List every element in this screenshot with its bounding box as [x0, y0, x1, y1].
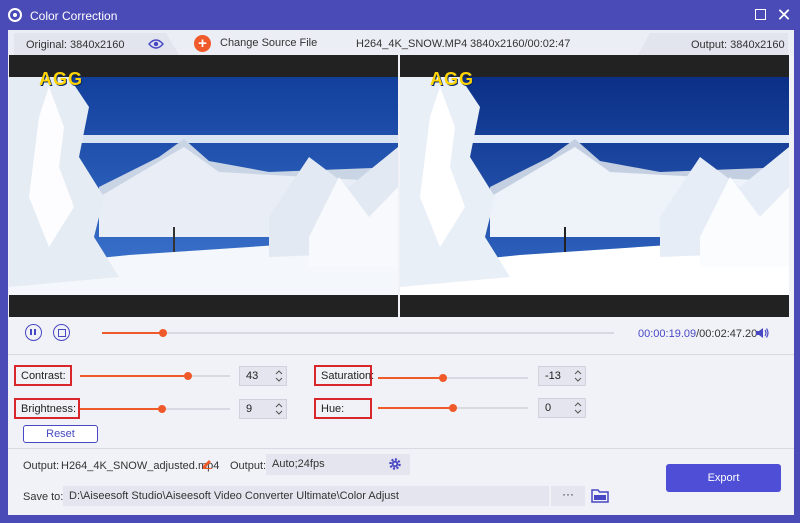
brightness-label: Brightness: [14, 398, 80, 419]
snow-scene-image-adjusted [400, 77, 789, 295]
saturation-slider-handle[interactable] [439, 374, 448, 382]
main-panel: Original: 3840x2160 + Change Source File… [8, 30, 794, 515]
hue-slider-handle[interactable] [449, 404, 457, 412]
total-time: /00:02:47.20 [696, 328, 758, 340]
save-path-value: D:\Aiseesoft Studio\Aiseesoft Video Conv… [69, 490, 399, 502]
agg-logo: AGG [39, 69, 84, 89]
hue-label: Hue: [314, 398, 372, 419]
source-filename: H264_4K_SNOW.MP4 [356, 38, 468, 50]
hue-value: 0 [545, 402, 552, 414]
original-resolution: Original: 3840x2160 [26, 39, 125, 51]
brightness-value: 9 [246, 403, 253, 415]
plus-icon: + [194, 34, 211, 52]
save-path-field[interactable]: D:\Aiseesoft Studio\Aiseesoft Video Conv… [63, 486, 549, 506]
saturation-value: -13 [545, 370, 561, 382]
output-file-label: Output: [23, 460, 60, 472]
reset-button[interactable]: Reset [23, 425, 98, 443]
close-button[interactable]: ✕ [774, 5, 794, 25]
maximize-button[interactable] [750, 5, 770, 25]
contrast-slider-fill [80, 375, 188, 377]
edit-icon[interactable] [202, 458, 213, 469]
playback-time: 00:00:19.09/00:02:47.20 [638, 328, 757, 340]
stepper-arrows-icon[interactable] [275, 402, 283, 416]
brightness-slider-handle[interactable] [157, 405, 166, 413]
agg-logo-output: AGG [430, 69, 475, 89]
saturation-slider[interactable] [378, 374, 528, 382]
brightness-slider[interactable] [80, 405, 230, 413]
output-format-value: Auto;24fps [272, 458, 325, 470]
stepper-arrows-icon[interactable] [574, 369, 582, 383]
saturation-stepper[interactable]: -13 [538, 366, 586, 386]
color-correction-window: Color Correction ✕ Original: 3840x2160 +… [0, 0, 800, 523]
save-to-label: Save to: [23, 491, 64, 503]
window-title: Color Correction [30, 9, 118, 23]
volume-icon[interactable] [755, 327, 769, 339]
playback-progress[interactable] [102, 329, 614, 337]
original-preview: AGG [9, 55, 398, 317]
export-button[interactable]: Export [666, 464, 781, 492]
gear-icon[interactable] [388, 457, 402, 471]
pause-button[interactable] [25, 324, 42, 341]
contrast-stepper[interactable]: 43 [239, 366, 287, 386]
brightness-stepper[interactable]: 9 [239, 399, 287, 419]
snow-scene-image [9, 77, 398, 295]
info-bar: Original: 3840x2160 + Change Source File… [8, 30, 794, 55]
eye-icon[interactable] [148, 39, 164, 49]
output-resolution: Output: 3840x2160 [691, 39, 785, 51]
output-format-label: Output: [230, 460, 267, 472]
source-duration: 3840x2160/00:02:47 [470, 38, 571, 50]
progress-fill [102, 332, 164, 334]
progress-handle[interactable] [159, 329, 168, 337]
app-logo-icon [8, 8, 22, 22]
output-filename: H264_4K_SNOW_adjusted.mp4 [61, 460, 220, 472]
stepper-arrows-icon[interactable] [574, 401, 582, 415]
change-source-label: Change Source File [220, 37, 318, 49]
change-source-button[interactable]: + Change Source File [194, 34, 317, 52]
hue-slider[interactable] [378, 404, 528, 412]
brightness-slider-fill [80, 408, 162, 410]
divider [8, 448, 794, 449]
contrast-slider[interactable] [80, 372, 230, 380]
contrast-value: 43 [246, 370, 259, 382]
saturation-label: Saturation: [314, 365, 374, 386]
contrast-slider-handle[interactable] [184, 372, 192, 380]
stepper-arrows-icon[interactable] [275, 369, 283, 383]
stop-button[interactable] [53, 324, 70, 341]
maximize-icon [754, 9, 766, 20]
divider [8, 354, 794, 355]
output-preview: AGG [400, 55, 789, 317]
current-time: 00:00:19.09 [638, 328, 697, 340]
title-bar: Color Correction ✕ [0, 0, 800, 30]
contrast-label: Contrast: [14, 365, 72, 386]
saturation-slider-fill [378, 377, 444, 379]
hue-stepper[interactable]: 0 [538, 398, 586, 418]
browse-more-button[interactable]: ··· [551, 486, 585, 506]
hue-slider-fill [378, 407, 453, 409]
folder-icon[interactable] [591, 488, 609, 503]
